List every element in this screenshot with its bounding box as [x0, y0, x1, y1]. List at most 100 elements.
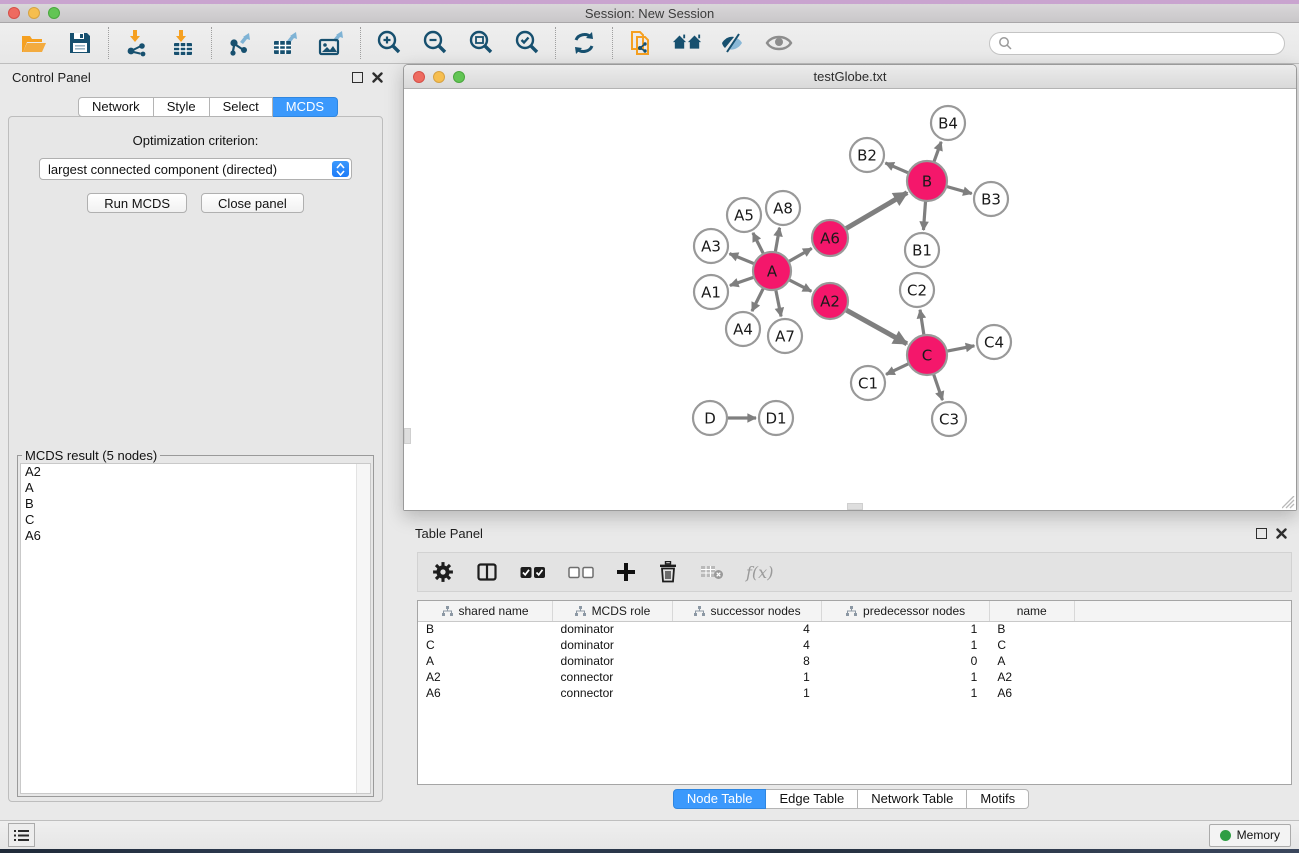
result-item[interactable]: A2	[21, 464, 370, 480]
minimize-window-button[interactable]	[28, 7, 40, 19]
clone-network-button[interactable]	[626, 28, 656, 58]
column-header-name[interactable]: name	[989, 601, 1074, 621]
edge-A-A8	[775, 228, 780, 255]
edge-A2-C	[844, 309, 907, 344]
graph-node-label: B3	[981, 190, 1001, 208]
add-column-button[interactable]	[616, 562, 636, 582]
eye-icon	[764, 32, 794, 54]
search-input[interactable]	[1017, 36, 1276, 50]
table-row[interactable]: Cdominator41C	[418, 637, 1291, 653]
graph-node-label: A5	[734, 206, 754, 224]
close-panel-icon[interactable]	[372, 72, 383, 83]
delete-column-button[interactable]	[658, 561, 678, 583]
tab-style[interactable]: Style	[154, 97, 210, 117]
toggle-column-view-button[interactable]	[476, 561, 498, 583]
column-header-successor-nodes[interactable]: successor nodes	[672, 601, 822, 621]
zoom-in-icon	[375, 29, 403, 57]
status-bar: Memory	[0, 820, 1299, 849]
result-item[interactable]: A6	[21, 528, 370, 544]
delete-table-button[interactable]	[700, 564, 724, 580]
open-session-button[interactable]	[19, 28, 49, 58]
import-network-button[interactable]	[122, 28, 152, 58]
horizontal-scrollbar-mark[interactable]	[847, 503, 863, 510]
export-table-button[interactable]	[271, 28, 301, 58]
graph-node-label: A2	[820, 292, 840, 310]
export-image-button[interactable]	[317, 28, 347, 58]
zoom-selected-button[interactable]	[512, 28, 542, 58]
float-panel-icon[interactable]	[352, 72, 363, 83]
task-history-button[interactable]	[8, 823, 35, 847]
tab-network[interactable]: Network	[78, 97, 154, 117]
tab-mcds[interactable]: MCDS	[273, 97, 338, 117]
node-table[interactable]: shared nameMCDS rolesuccessor nodesprede…	[417, 600, 1292, 785]
graph-node-label: D1	[765, 409, 786, 427]
import-table-button[interactable]	[168, 28, 198, 58]
tab-network-table[interactable]: Network Table	[858, 789, 967, 809]
table-cell: A	[989, 653, 1074, 669]
table-cell: A6	[418, 685, 553, 701]
close-panel-button[interactable]: Close panel	[201, 193, 304, 213]
network-minimize-button[interactable]	[433, 71, 445, 83]
network-zoom-button[interactable]	[453, 71, 465, 83]
vertical-scrollbar-mark[interactable]	[404, 428, 411, 444]
column-header-shared-name[interactable]: shared name	[418, 601, 553, 621]
network-graph: AA1A2A3A4A5A6A7A8BB1B2B3B4CC1C2C3C4DD1	[404, 89, 1296, 510]
criterion-dropdown[interactable]: largest connected component (directed)	[39, 158, 352, 180]
table-cell: A2	[989, 669, 1074, 685]
save-session-button[interactable]	[65, 28, 95, 58]
export-network-icon	[226, 29, 254, 57]
table-row[interactable]: Bdominator41B	[418, 621, 1291, 637]
close-window-button[interactable]	[8, 7, 20, 19]
zoom-fit-button[interactable]	[466, 28, 496, 58]
mcds-result-box: MCDS result (5 nodes) A2ABCA6	[17, 455, 374, 797]
table-row[interactable]: A6connector11A6	[418, 685, 1291, 701]
clone-network-icon	[627, 29, 655, 57]
result-scrollbar[interactable]	[356, 464, 370, 793]
column-header-mcds-role[interactable]: MCDS role	[553, 601, 673, 621]
tab-motifs[interactable]: Motifs	[967, 789, 1029, 809]
refresh-button[interactable]	[569, 28, 599, 58]
graph-node-label: D	[704, 409, 716, 427]
run-mcds-button[interactable]: Run MCDS	[87, 193, 187, 213]
tab-select[interactable]: Select	[210, 97, 273, 117]
resize-grip-icon[interactable]	[1282, 496, 1295, 509]
zoom-window-button[interactable]	[48, 7, 60, 19]
search-field[interactable]	[989, 32, 1285, 55]
edge-B-B4	[933, 142, 941, 164]
export-network-button[interactable]	[225, 28, 255, 58]
table-row[interactable]: Adominator80A	[418, 653, 1291, 669]
hide-details-button[interactable]	[718, 28, 748, 58]
table-cell: 4	[672, 637, 822, 653]
result-item[interactable]: C	[21, 512, 370, 528]
table-body: Bdominator41BCdominator41CAdominator80AA…	[418, 621, 1291, 701]
home-layout-button[interactable]	[672, 28, 702, 58]
result-item[interactable]: A	[21, 480, 370, 496]
network-window-controls	[413, 71, 465, 83]
mcds-pane: Optimization criterion: largest connecte…	[8, 116, 383, 802]
close-table-panel-icon[interactable]	[1276, 528, 1287, 539]
zoom-out-button[interactable]	[420, 28, 450, 58]
window-controls	[8, 7, 60, 19]
graph-node-label: C3	[939, 410, 959, 428]
network-canvas[interactable]: AA1A2A3A4A5A6A7A8BB1B2B3B4CC1C2C3C4DD1	[404, 89, 1296, 510]
select-all-button[interactable]	[520, 566, 546, 579]
function-builder-button[interactable]: f(x)	[746, 563, 773, 582]
result-item[interactable]: B	[21, 496, 370, 512]
deselect-all-button[interactable]	[568, 566, 594, 579]
show-details-button[interactable]	[764, 28, 794, 58]
app-titlebar: Session: New Session	[0, 4, 1299, 23]
tab-node-table[interactable]: Node Table	[673, 789, 767, 809]
graph-node-label: C1	[858, 374, 878, 392]
float-table-panel-icon[interactable]	[1256, 528, 1267, 539]
network-close-button[interactable]	[413, 71, 425, 83]
houses-icon	[672, 31, 702, 55]
zoom-in-button[interactable]	[374, 28, 404, 58]
network-window-titlebar[interactable]: testGlobe.txt	[404, 65, 1296, 89]
table-settings-button[interactable]	[432, 561, 454, 583]
table-row[interactable]: A2connector11A2	[418, 669, 1291, 685]
memory-button[interactable]: Memory	[1209, 824, 1291, 847]
column-header-predecessor-nodes[interactable]: predecessor nodes	[822, 601, 990, 621]
graph-node-label: A8	[773, 199, 793, 217]
tab-edge-table[interactable]: Edge Table	[766, 789, 858, 809]
table-cell: 4	[672, 621, 822, 637]
